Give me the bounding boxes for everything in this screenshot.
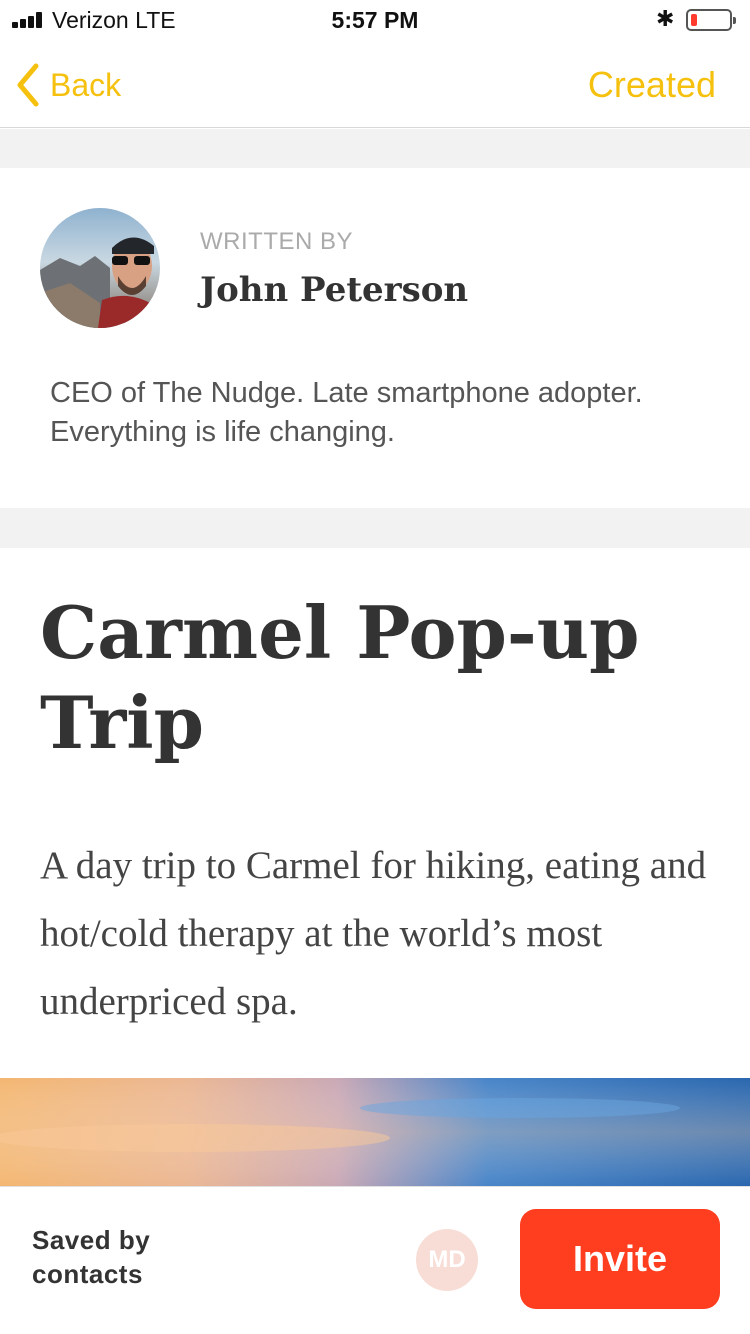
battery-icon: [686, 9, 736, 31]
hero-image: [0, 1078, 750, 1186]
article-title: Carmel Pop-up Trip: [40, 590, 640, 765]
article-description: A day trip to Carmel for hiking, eating …: [40, 844, 707, 1023]
author-bio: CEO of The Nudge. Late smartphone adopte…: [50, 377, 643, 448]
author-name[interactable]: John Peterson: [200, 270, 468, 310]
saved-by-label: Saved by contacts: [32, 1225, 151, 1289]
bottom-action-bar: Saved by contacts MD Invite: [0, 1186, 750, 1334]
author-card: WRITTEN BY John Peterson CEO of The Nudg…: [0, 168, 750, 508]
invite-button[interactable]: Invite: [520, 1209, 720, 1309]
section-divider: [0, 129, 750, 168]
author-avatar[interactable]: [40, 208, 160, 328]
created-button[interactable]: Created: [588, 64, 716, 106]
bluetooth-icon: ✱: [656, 6, 675, 31]
back-label: Back: [50, 66, 122, 103]
back-button[interactable]: Back: [14, 60, 121, 110]
status-time: 5:57 PM: [331, 7, 419, 33]
navigation-bar: Back Created: [0, 40, 750, 128]
section-divider: [0, 508, 750, 548]
status-bar: Verizon LTE 5:57 PM ✱: [0, 0, 750, 40]
contact-avatar[interactable]: MD: [416, 1229, 478, 1291]
chevron-left-icon: [17, 63, 39, 107]
written-by-label: WRITTEN BY: [200, 228, 353, 255]
